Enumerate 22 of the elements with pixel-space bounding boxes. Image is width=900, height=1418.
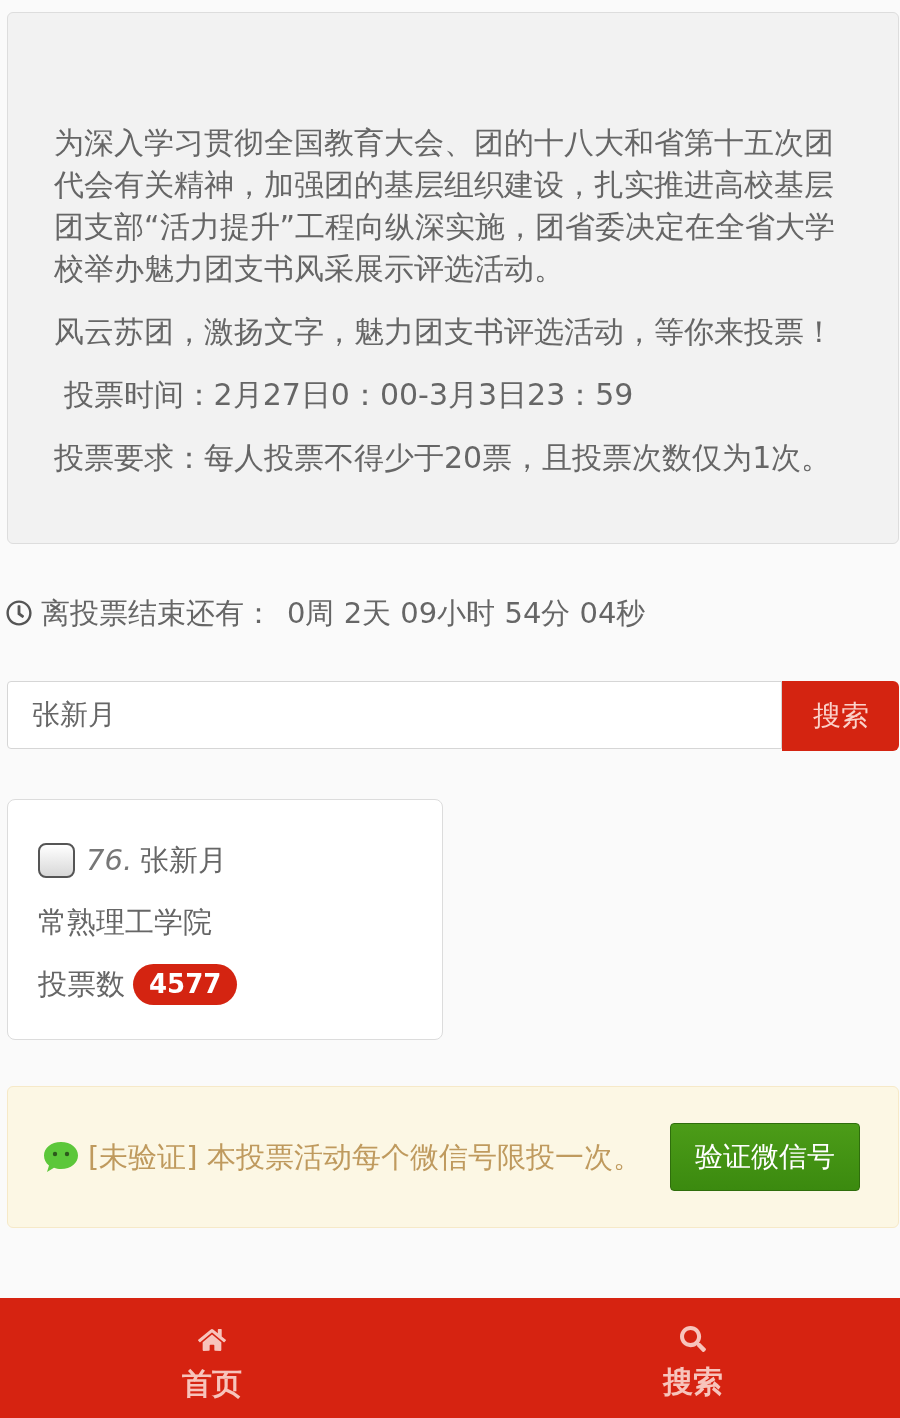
countdown-value: 0周 2天 09小时 54分 04秒 — [287, 595, 646, 632]
search-icon — [680, 1326, 706, 1352]
intro-paragraph: 为深入学习贯彻全国教育大会、团的十八大和省第十五次团代会有关精神，加强团的基层组织建设，扎实推进高校基层团支部“活力提升”工程向纵深实施，团省委决定在全省大学校举办魅力团支书风采展示评选活动。 — [54, 124, 837, 288]
votes-label: 投票数 — [38, 966, 125, 1003]
verify-button[interactable]: 验证微信号 — [670, 1123, 860, 1191]
checkbox[interactable] — [38, 842, 75, 878]
candidate-number: 76. — [86, 842, 133, 879]
vote-count: 4577 — [133, 963, 238, 1005]
candidate-school: 常熟理工学院 — [38, 904, 212, 941]
intro-paragraph: 投票时间：2月27日0：00-3月3日23：59 — [62, 376, 635, 414]
intro-paragraph: 风云苏团，激扬文字，魅力团支书评选活动，等你来投票！ — [54, 313, 835, 351]
nav-item[interactable]: 首页 — [92, 1298, 332, 1418]
intro-paragraph: 投票要求：每人投票不得少于20票，且投票次数仅为1次。 — [54, 439, 833, 477]
chat-bubble-icon — [42, 1140, 80, 1174]
home-icon — [198, 1326, 226, 1354]
search-button[interactable]: 搜索 — [782, 681, 899, 751]
notice-text: [未验证] 本投票活动每个微信号限投一次。 — [88, 1139, 642, 1176]
nav-item[interactable]: 搜索 — [573, 1298, 813, 1418]
countdown-label: 离投票结束还有： — [41, 595, 273, 632]
search-input[interactable]: 张新月 — [7, 681, 782, 749]
clock-icon — [6, 600, 32, 626]
candidate-name: 张新月 — [140, 842, 228, 879]
